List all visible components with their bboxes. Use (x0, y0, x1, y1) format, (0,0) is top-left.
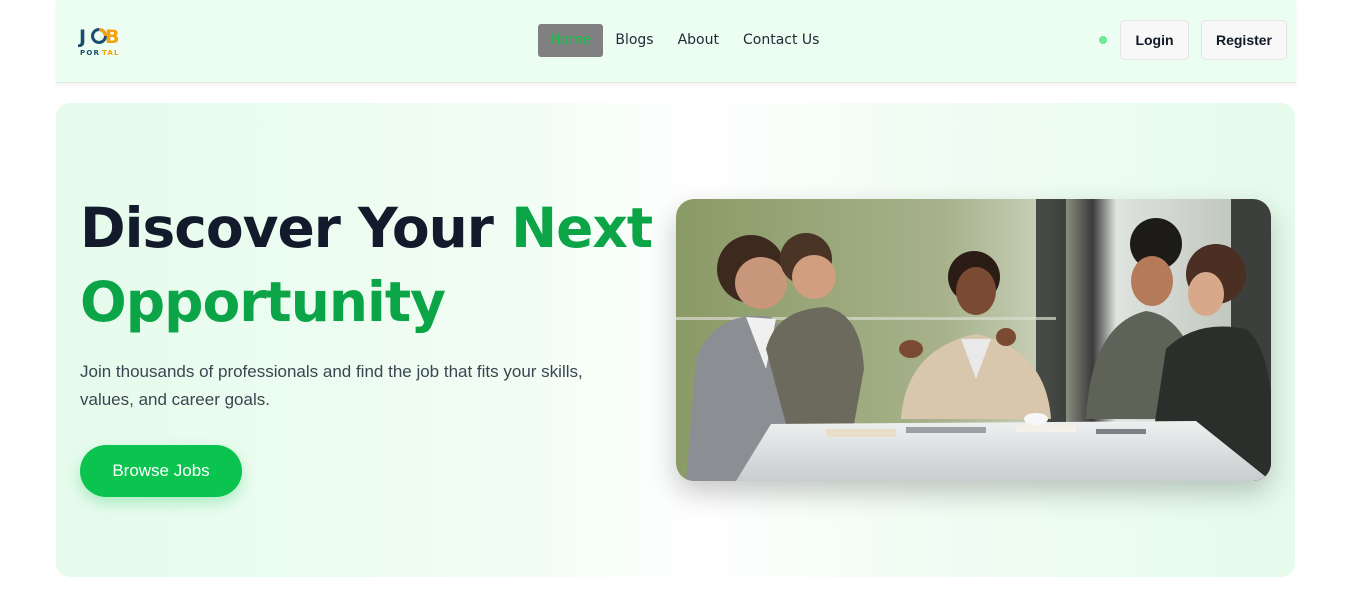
hero-title: Discover Your Next Opportunity (80, 191, 653, 339)
svg-text:J: J (78, 26, 86, 48)
hero-title-part1: Discover Your (80, 196, 512, 260)
svg-text:B: B (105, 26, 119, 48)
svg-text:TAL: TAL (102, 49, 120, 57)
navbar: J B POR TAL Home Blogs About Contact Us … (56, 0, 1296, 83)
team-meeting-image (676, 199, 1271, 481)
job-portal-logo[interactable]: J B POR TAL (77, 23, 122, 57)
browse-jobs-button[interactable]: Browse Jobs (80, 445, 242, 497)
nav-link-home[interactable]: Home (538, 24, 604, 57)
nav-link-blogs[interactable]: Blogs (603, 24, 665, 57)
nav-link-contact[interactable]: Contact Us (731, 24, 831, 57)
hero-section: Discover Your Next Opportunity Join thou… (56, 103, 1295, 577)
main-nav: Home Blogs About Contact Us (538, 24, 831, 57)
hero-title-accent1: Next (511, 196, 653, 260)
svg-text:POR: POR (80, 49, 100, 57)
hero-title-accent2: Opportunity (80, 270, 446, 334)
register-button[interactable]: Register (1201, 20, 1287, 60)
hero-subtitle: Join thousands of professionals and find… (80, 362, 583, 409)
status-dot-icon (1099, 36, 1107, 44)
login-button[interactable]: Login (1120, 20, 1189, 60)
nav-link-about[interactable]: About (666, 24, 731, 57)
